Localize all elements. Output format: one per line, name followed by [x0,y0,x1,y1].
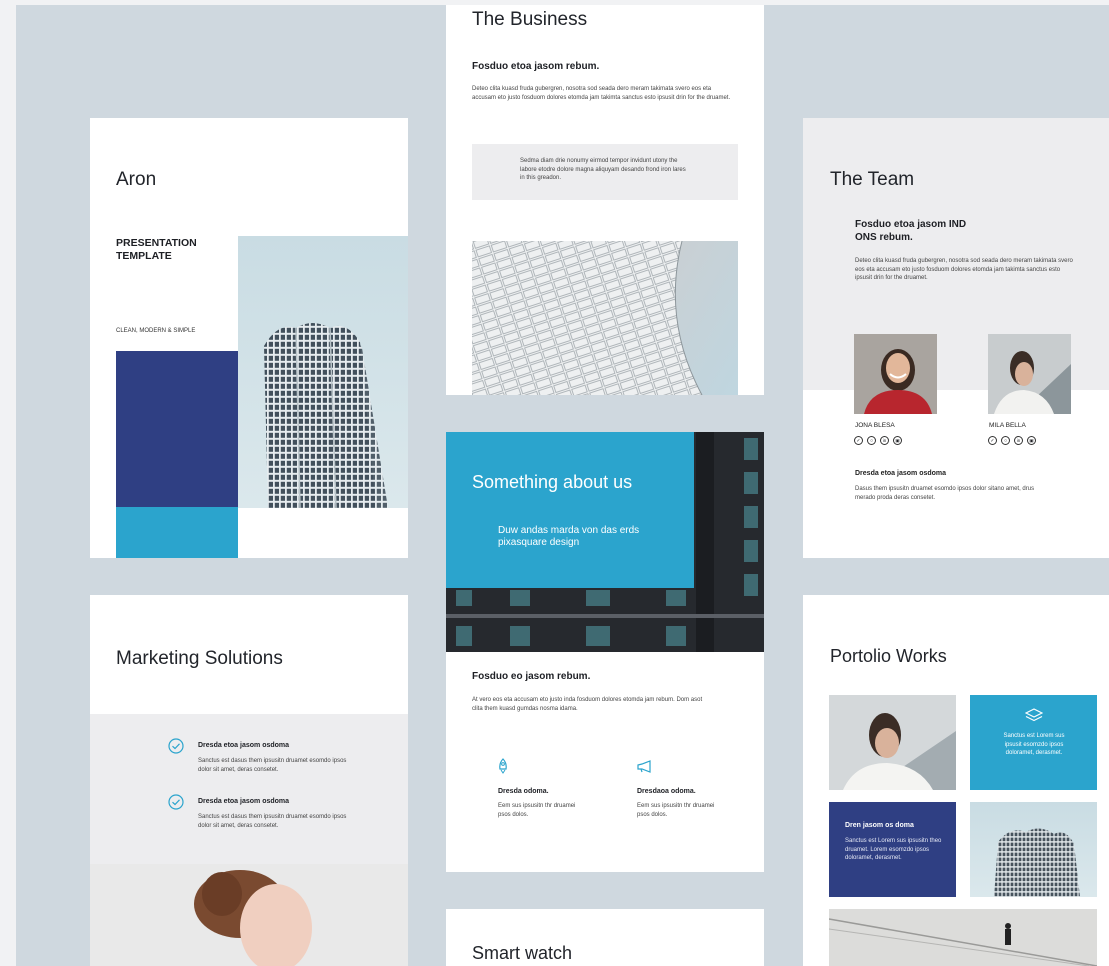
slide-tagline: CLEAN, MODERN & SIMPLE [116,328,196,334]
megaphone-icon [636,760,654,773]
portfolio-tile-navy: Dren jasom os doma Sanctus est Lorem sus… [829,802,956,897]
building-photo [238,236,408,508]
item-title: Dresda etoa jasom osdoma [198,798,290,805]
slide-business[interactable]: The Business Fosduo etoa jasom rebum. De… [446,5,764,395]
slide-subtitle: Fosduo etoa jasom rebum. [472,61,600,72]
portfolio-photo-building [970,802,1097,897]
slide-about[interactable]: Something about us Duw andas marda von d… [446,432,764,872]
item-body: Sanctus est dasus them ipsusitn druamet … [198,758,347,773]
tile-title: Dren jasom os doma [845,822,914,829]
item-body: Sanctus est dasus them ipsusitn druamet … [198,814,347,829]
slide-portfolio[interactable]: Portolio Works Sanctus est Lorem sus ips… [803,595,1109,966]
feature-title: Dresda odoma. [498,788,549,795]
slide-title: The Business [472,9,588,30]
slide-body: Deteo clita kuasd fruda gubergren, nosot… [472,86,731,101]
instagram-icon[interactable]: ○ [1001,436,1010,445]
member-photo-mila [988,334,1071,414]
linkedin-icon[interactable]: in [1014,436,1023,445]
check-circle-icon [168,794,184,810]
navy-block [116,351,238,507]
feature-body: Eem sus ipsusitn thr druamei psos dolos. [498,803,576,818]
twitter-icon[interactable]: ✓ [854,436,863,445]
section-body: Dasus them ipsusitn druamet esomdo ipsos… [855,486,1035,501]
slide-title: Something about us [472,472,633,492]
member-name: MILA BELLA [989,422,1026,429]
teal-panel: Something about us Duw andas marda von d… [446,432,694,588]
slide-smartwatch[interactable]: Smart watch [446,909,764,966]
quote-box: Sedma diam drie nonumy eirmod tempor inv… [472,144,738,200]
slide-body: Deteo clita kuasd fruda gubergren, nosot… [855,258,1073,281]
slide-marketing[interactable]: Marketing Solutions Dresda etoa jasom os… [90,595,408,966]
member-photo-jona [854,334,937,414]
slide-heading: PRESENTATION TEMPLATE [116,237,197,262]
slide-aron[interactable]: Aron PRESENTATION TEMPLATE CLEAN, MODERN… [90,118,408,558]
section-title: Dresda etoa jasom osdoma [855,470,947,477]
slide-team[interactable]: The Team Fosduo etoa jasom IND ONS rebum… [803,118,1109,558]
template-gallery: Aron PRESENTATION TEMPLATE CLEAN, MODERN… [16,5,1109,966]
instagram-icon[interactable]: ○ [867,436,876,445]
check-circle-icon [168,738,184,754]
youtube-icon[interactable]: ▣ [1027,436,1036,445]
portfolio-photo-woman [829,695,956,790]
slide-title: The Team [830,169,915,190]
social-row-mila: ✓ ○ in ▣ [988,436,1036,445]
slide-subtitle: Fosduo eo jasom rebum. [472,671,591,682]
portfolio-photo-stairs [829,909,1097,966]
slide-body: At vero eos eta accusam eto justo inda f… [472,697,703,712]
slide-title: Portolio Works [830,646,947,666]
slide-title: Marketing Solutions [116,648,283,669]
quote-text: Sedma diam drie nonumy eirmod tempor inv… [520,158,686,181]
youtube-icon[interactable]: ▣ [893,436,902,445]
feature-body: Eem sus ipsusitn thr druamei psos dolos. [637,803,715,818]
tile-text: Sanctus est Lorem sus ipsusitn theo drua… [845,838,942,861]
linkedin-icon[interactable]: in [880,436,889,445]
portfolio-tile-teal: Sanctus est Lorem sus ipsusit esomzdo ip… [970,695,1097,790]
teal-block [116,507,238,558]
layers-icon [1025,708,1043,724]
woman-profile-photo [90,864,408,966]
slide-subtitle: Fosduo etoa jasom IND ONS rebum. [855,219,967,243]
rocket-icon [496,758,510,774]
architecture-photo [472,241,738,395]
member-name: JONA BLESA [855,422,895,429]
slide-title: Smart watch [472,943,573,963]
twitter-icon[interactable]: ✓ [988,436,997,445]
marketing-gray-band [90,714,408,864]
social-row-jona: ✓ ○ in ▣ [854,436,902,445]
item-title: Dresda etoa jasom osdoma [198,742,290,749]
slide-lead: Duw andas marda von das erds pixasquare … [498,525,640,548]
tile-text: Sanctus est Lorem sus ipsusit esomzdo ip… [1003,733,1065,756]
feature-title: Dresdaoa odoma. [637,788,696,795]
slide-title: Aron [116,169,157,190]
